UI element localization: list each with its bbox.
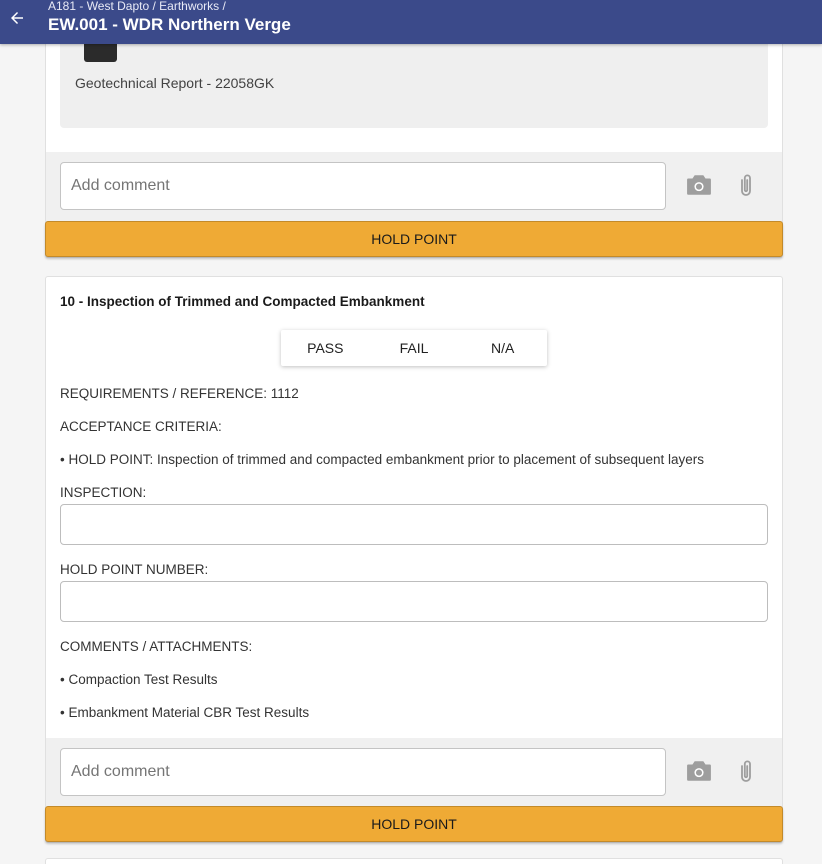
- camera-icon[interactable]: [686, 760, 712, 782]
- checklist-item-card-next: [45, 858, 783, 864]
- item-title: 10 - Inspection of Trimmed and Compacted…: [60, 294, 425, 309]
- page-title: EW.001 - WDR Northern Verge: [48, 15, 291, 34]
- hold-point-button[interactable]: HOLD POINT: [45, 221, 783, 257]
- breadcrumb[interactable]: A181 - West Dapto / Earthworks /: [48, 0, 226, 13]
- na-option[interactable]: N/A: [458, 330, 547, 366]
- comment-input[interactable]: [60, 748, 666, 796]
- back-button[interactable]: [6, 7, 28, 29]
- checklist-item-card: 10 - Inspection of Trimmed and Compacted…: [45, 276, 783, 843]
- attachment-item: • Compaction Test Results: [60, 672, 218, 687]
- result-toggle-group: PASS FAIL N/A: [281, 330, 547, 366]
- hold-point-button[interactable]: HOLD POINT: [45, 806, 783, 842]
- inspection-label: INSPECTION:: [60, 485, 147, 500]
- hold-point-number-label: HOLD POINT NUMBER:: [60, 562, 209, 577]
- paperclip-icon[interactable]: [736, 758, 756, 786]
- acceptance-criteria-item: • HOLD POINT: Inspection of trimmed and …: [60, 452, 705, 467]
- app-bar: A181 - West Dapto / Earthworks / EW.001 …: [0, 0, 822, 44]
- comments-attachments-label: COMMENTS / ATTACHMENTS:: [60, 639, 253, 654]
- acceptance-criteria-label: ACCEPTANCE CRITERIA:: [60, 419, 222, 434]
- pass-option[interactable]: PASS: [281, 330, 370, 366]
- fail-option[interactable]: FAIL: [370, 330, 459, 366]
- comment-bar: [46, 152, 782, 222]
- arrow-left-icon: [11, 12, 23, 24]
- hold-point-number-field[interactable]: [60, 581, 768, 622]
- comment-bar: [46, 738, 782, 808]
- attachment-item: • Embankment Material CBR Test Results: [60, 705, 310, 720]
- attachment-file-name[interactable]: Geotechnical Report - 22058GK: [75, 75, 274, 91]
- checklist-item-card-previous: Geotechnical Report - 22058GK HOLD POINT: [45, 30, 783, 258]
- requirements-reference: REQUIREMENTS / REFERENCE: 1112: [60, 386, 299, 401]
- inspection-field[interactable]: [60, 504, 768, 545]
- camera-icon[interactable]: [686, 174, 712, 196]
- comment-input[interactable]: [60, 162, 666, 210]
- attachment-box: Geotechnical Report - 22058GK: [60, 30, 768, 128]
- paperclip-icon[interactable]: [736, 172, 756, 200]
